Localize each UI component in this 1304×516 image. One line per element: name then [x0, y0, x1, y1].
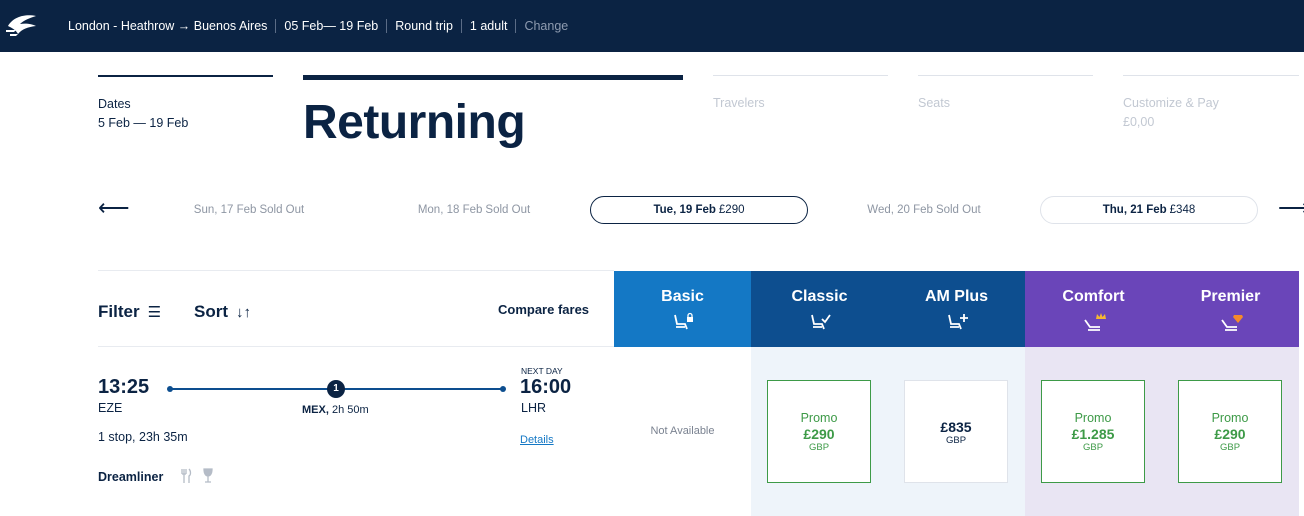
step-dates-value: 5 Feb — 19 Feb	[98, 116, 189, 130]
fare-name: AM Plus	[924, 288, 989, 305]
aircraft-type: Dreamliner	[98, 470, 164, 484]
date-price: Sold Out	[259, 204, 305, 216]
fare-name: Premier	[1200, 288, 1261, 305]
step-bar	[713, 75, 888, 76]
date-day: Wed, 20 Feb	[867, 204, 933, 216]
compare-fares-link[interactable]: Compare fares	[498, 302, 589, 317]
step-customize: Customize & Pay £0,00	[1123, 75, 1299, 129]
page-title: Returning	[303, 96, 526, 149]
step-returning: Returning	[303, 75, 683, 150]
step-dates[interactable]: Dates 5 Feb — 19 Feb	[98, 75, 273, 130]
meal-icon	[181, 468, 192, 483]
fare-header-premier[interactable]: Premier	[1162, 271, 1299, 347]
step-bar	[918, 75, 1093, 76]
step-travelers: Travelers	[713, 75, 888, 110]
step-bar	[1123, 75, 1299, 76]
fare-header-comfort[interactable]: Comfort	[1025, 271, 1162, 347]
fare-card-comfort[interactable]: Promo £1.285 GBP	[1041, 380, 1145, 483]
filter-label: Filter	[98, 302, 140, 321]
route-start-dot	[167, 386, 173, 392]
date-day: Mon, 18 Feb	[417, 204, 483, 216]
divider	[98, 346, 614, 347]
passengers-text: 1 adult	[460, 19, 516, 33]
fare-header-classic[interactable]: Classic	[751, 271, 888, 347]
seat-plus-icon	[888, 312, 1025, 332]
step-seats-label: Seats	[918, 96, 950, 110]
fare-name: Classic	[791, 288, 848, 305]
trip-type-text: Round trip	[386, 19, 461, 33]
date-option[interactable]: Mon, 18 Feb Sold Out	[365, 196, 583, 224]
arrival-airport: LHR	[521, 401, 547, 415]
step-travelers-label: Travelers	[713, 96, 765, 110]
fare-currency: GBP	[1082, 441, 1104, 453]
fare-card-classic[interactable]: Promo £290 GBP	[767, 380, 871, 483]
fare-price: £1.285	[1071, 425, 1115, 442]
stop-airport: MEX,	[302, 404, 329, 416]
step-seats: Seats	[918, 75, 1093, 110]
fare-currency: GBP	[945, 434, 967, 446]
basic-not-available: Not Available	[650, 425, 715, 437]
fare-header-amplus[interactable]: AM Plus	[888, 271, 1025, 347]
stops-summary: 1 stop, 23h 35m	[98, 430, 188, 444]
step-bar	[98, 75, 273, 77]
trip-summary: London - Heathrow → Buenos Aires 05 Feb—…	[68, 0, 576, 52]
seat-crown-icon	[1025, 312, 1162, 332]
promo-label: Promo	[1074, 410, 1112, 425]
arrow-left-icon[interactable]: ⟵	[98, 197, 130, 219]
date-option[interactable]: Sun, 17 Feb Sold Out	[140, 196, 358, 224]
step-customize-label: Customize & Pay	[1123, 96, 1219, 110]
departure-time: 13:25	[98, 376, 150, 398]
date-day: Sun, 17 Feb	[193, 204, 257, 216]
fare-name: Comfort	[1062, 288, 1125, 305]
sort-arrows-icon: ↓↑	[236, 303, 251, 321]
step-bar-active	[303, 75, 683, 80]
date-price: £348	[1169, 204, 1196, 216]
sort-label: Sort	[194, 302, 228, 321]
seat-diamond-icon	[1162, 312, 1299, 332]
top-bar: London - Heathrow → Buenos Aires 05 Feb—…	[0, 0, 1304, 52]
date-day: Thu, 21 Feb	[1102, 204, 1167, 216]
airline-logo-icon[interactable]	[4, 12, 38, 38]
step-dates-label: Dates	[98, 97, 131, 111]
amenities	[180, 468, 214, 484]
date-day: Tue, 19 Feb	[653, 204, 716, 216]
fare-currency: GBP	[1219, 441, 1241, 453]
fare-card-premier[interactable]: Promo £290 GBP	[1178, 380, 1282, 483]
route-text: London - Heathrow → Buenos Aires	[68, 19, 268, 33]
seat-check-icon	[751, 312, 888, 332]
next-day-note: NEXT DAY	[521, 366, 563, 376]
fare-name: Basic	[661, 288, 704, 305]
promo-label: Promo	[800, 410, 838, 425]
departure-airport: EZE	[98, 401, 123, 415]
seat-lock-icon	[614, 312, 751, 332]
date-price: Sold Out	[935, 204, 981, 216]
stop-count-badge: 1	[327, 380, 345, 398]
details-link[interactable]: Details	[520, 434, 554, 446]
filter-sliders-icon: ☰	[147, 304, 162, 321]
fare-price: £290	[803, 425, 835, 442]
filter-button[interactable]: Filter ☰	[98, 302, 161, 322]
divider	[98, 270, 614, 271]
change-link[interactable]: Change	[515, 19, 576, 33]
route-end-dot	[500, 386, 506, 392]
arrival-time: 16:00	[520, 376, 572, 398]
sort-button[interactable]: Sort ↓↑	[194, 302, 251, 322]
arrow-right-icon[interactable]: ⟶	[1278, 197, 1304, 219]
fare-header-basic[interactable]: Basic	[614, 271, 751, 347]
date-option[interactable]: Thu, 21 Feb £348	[1040, 196, 1258, 224]
date-price: £290	[718, 204, 745, 216]
date-option-selected[interactable]: Tue, 19 Feb £290	[590, 196, 808, 224]
stop-info: MEX, 2h 50m	[302, 404, 369, 416]
fare-card-amplus[interactable]: £835 GBP	[904, 380, 1008, 483]
fare-price: £835	[940, 418, 972, 435]
fare-price: £290	[1214, 425, 1246, 442]
date-option[interactable]: Wed, 20 Feb Sold Out	[815, 196, 1033, 224]
step-customize-total: £0,00	[1123, 115, 1155, 129]
stop-duration: 2h 50m	[331, 404, 369, 416]
fare-currency: GBP	[808, 441, 830, 453]
drink-icon	[203, 468, 213, 483]
promo-label: Promo	[1211, 410, 1249, 425]
date-price: Sold Out	[485, 204, 531, 216]
dates-text: 05 Feb— 19 Feb	[275, 19, 386, 33]
